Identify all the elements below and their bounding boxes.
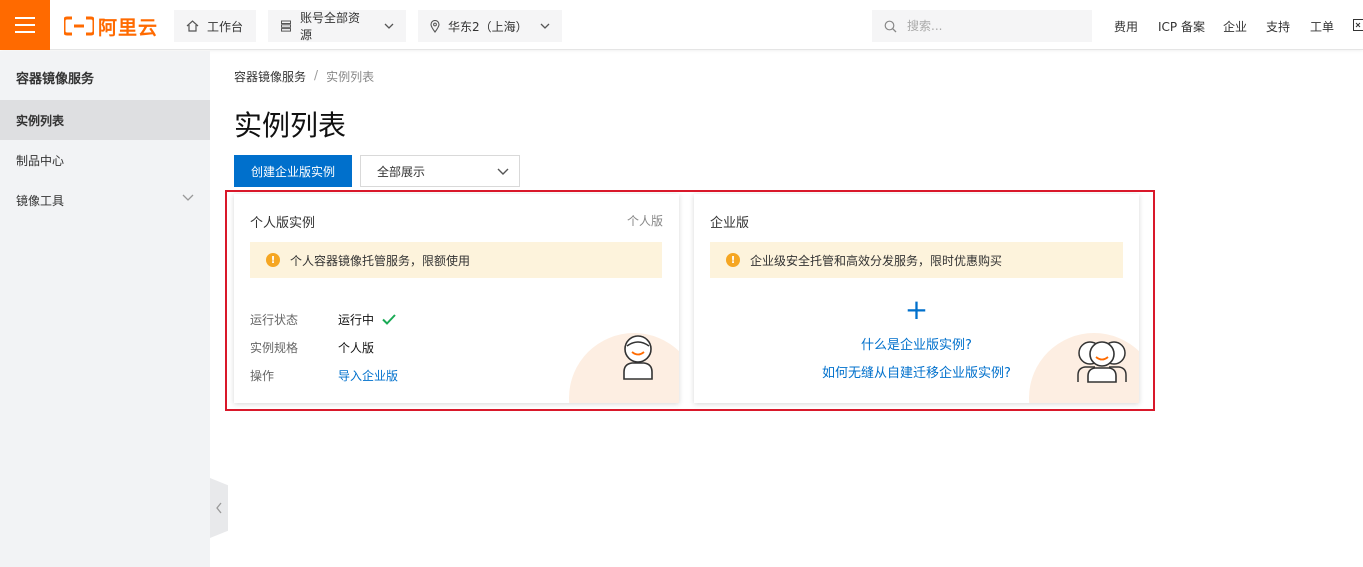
filter-selected-value: 全部展示: [377, 164, 426, 179]
workbench-label: 工作台: [207, 19, 244, 34]
page-title: 实例列表: [234, 109, 347, 142]
sidebar-collapse-handle[interactable]: [210, 478, 228, 538]
sidebar-item-label: 实例列表: [16, 113, 65, 128]
instance-filter-select[interactable]: 全部展示: [360, 155, 520, 187]
sidebar-title: 容器镜像服务: [16, 72, 95, 87]
enterprise-link[interactable]: 企业: [1223, 18, 1247, 35]
icp-link[interactable]: ICP 备案: [1158, 18, 1205, 35]
chevron-down-icon: [182, 194, 194, 201]
breadcrumb-current: 实例列表: [326, 70, 375, 84]
resources-dropdown[interactable]: 账号全部资源: [268, 10, 406, 42]
logo-text: 阿里云: [98, 16, 159, 39]
region-label: 华东2（上海）: [448, 19, 528, 34]
search-input[interactable]: [907, 19, 1067, 33]
top-navbar: 阿里云 工作台 账号全部资源 华东2（上海） 费用 ICP 备案 企业 支持 工…: [0, 0, 1363, 50]
chevron-left-icon: [216, 502, 222, 514]
location-pin-icon: [430, 19, 440, 33]
chevron-down-icon: [497, 168, 509, 175]
billing-link[interactable]: 费用: [1114, 18, 1138, 35]
sidebar: 容器镜像服务 实例列表 制品中心 镜像工具: [0, 51, 210, 567]
breadcrumb-parent[interactable]: 容器镜像服务: [234, 68, 306, 85]
aliyun-logo[interactable]: 阿里云: [64, 15, 159, 39]
sidebar-item-instances[interactable]: 实例列表: [0, 100, 210, 140]
stack-icon: [281, 20, 291, 32]
region-dropdown[interactable]: 华东2（上海）: [418, 10, 562, 42]
menu-icon[interactable]: [0, 0, 50, 50]
workbench-button[interactable]: 工作台: [174, 10, 256, 42]
message-icon[interactable]: [1353, 19, 1363, 31]
chevron-down-icon: [384, 23, 394, 29]
aliyun-logo-mark: [64, 16, 94, 36]
support-link[interactable]: 支持: [1266, 18, 1290, 35]
highlight-annotation: [225, 190, 1155, 411]
resources-label: 账号全部资源: [300, 11, 361, 42]
chevron-down-icon: [540, 23, 550, 29]
home-icon: [186, 20, 199, 32]
search-icon: [884, 20, 897, 32]
sidebar-item-artifacts[interactable]: 制品中心: [0, 140, 210, 180]
sidebar-item-image-tools[interactable]: 镜像工具: [0, 180, 210, 220]
ticket-link[interactable]: 工单: [1310, 18, 1334, 35]
sidebar-item-label: 制品中心: [16, 153, 65, 168]
create-enterprise-instance-button[interactable]: 创建企业版实例: [234, 155, 352, 187]
breadcrumb-separator: /: [314, 68, 319, 82]
sidebar-item-label: 镜像工具: [16, 193, 65, 208]
breadcrumb: 容器镜像服务 / 实例列表: [234, 68, 374, 85]
search-box[interactable]: [872, 10, 1092, 42]
